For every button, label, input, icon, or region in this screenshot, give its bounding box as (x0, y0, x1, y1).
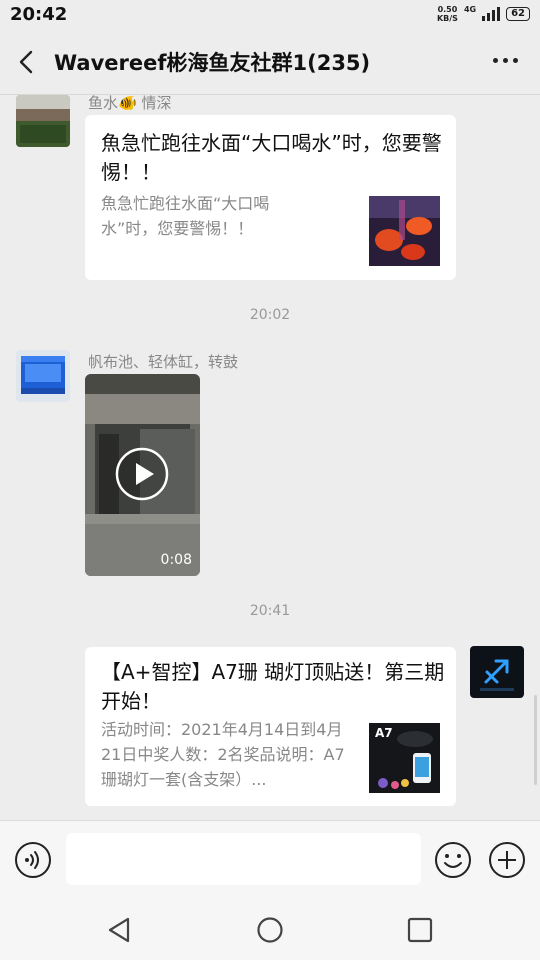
voice-icon[interactable] (14, 841, 52, 879)
message-input[interactable] (66, 833, 421, 885)
sender-name: 鱼水🐠 情深 (88, 95, 172, 112)
card-title: 魚急忙跑往水面“大口喝水”时，您要警惕！！ (101, 131, 442, 184)
link-card[interactable]: 魚急忙跑往水面“大口喝水”时，您要警惕！！ 魚急忙跑往水面“大口喝水”时，您要警… (85, 115, 456, 280)
network-speed-value: 0.50 (437, 5, 458, 14)
card-title: 【A+智控】A7珊 瑚灯顶贴送！第三期开始！ (101, 660, 445, 713)
signal-icon (482, 7, 501, 21)
input-bar (0, 820, 540, 901)
network-type: 4G (463, 4, 477, 14)
card-description: 魚急忙跑往水面“大口喝水”时，您要警惕！！ (101, 194, 270, 238)
chevron-left-icon[interactable] (14, 48, 40, 76)
triangle-back-icon[interactable] (106, 916, 134, 944)
status-time: 20:42 (10, 4, 68, 25)
emoji-icon[interactable] (434, 841, 472, 879)
card-description: 活动时间：2021年4月14日到4月21日中奖人数：2名奖品说明：A7珊瑚灯一套… (101, 720, 345, 789)
avatar[interactable] (470, 646, 524, 698)
avatar[interactable] (16, 350, 70, 402)
timestamp: 20:41 (249, 603, 291, 619)
play-icon[interactable] (115, 447, 169, 501)
circle-home-icon[interactable] (256, 916, 284, 944)
scrollbar[interactable] (534, 695, 537, 785)
status-bar: 20:42 0.50 KB/S 4G 62 (0, 0, 540, 30)
message-list[interactable]: 鱼水🐠 情深 魚急忙跑往水面“大口喝水”时，您要警惕！！ 魚急忙跑往水面“大口喝… (0, 95, 540, 820)
network-speed-unit: KB/S (436, 14, 458, 23)
status-indicators: 0.50 KB/S 4G 62 (437, 5, 530, 23)
network-speed: 0.50 KB/S (437, 5, 458, 23)
chat-title: Wavereef彬海鱼友社群1(235) (54, 51, 371, 75)
video-duration: 0:08 (160, 552, 192, 568)
thumbnail-label: A7 (375, 726, 393, 740)
card-thumbnail: A7 (369, 723, 440, 793)
plus-icon[interactable] (488, 841, 526, 879)
system-nav-bar (0, 900, 540, 960)
card-thumbnail (369, 196, 440, 266)
battery-icon: 62 (506, 7, 530, 21)
square-recent-icon[interactable] (406, 916, 434, 944)
timestamp: 20:02 (249, 307, 291, 323)
video-message[interactable]: 0:08 (85, 374, 200, 576)
link-card[interactable]: 【A+智控】A7珊 瑚灯顶贴送！第三期开始！ 活动时间：2021年4月14日到4… (85, 647, 456, 806)
more-dots-icon[interactable] (493, 58, 518, 63)
sender-name: 帆布池、轻体缸，转鼓 (88, 353, 239, 371)
avatar[interactable] (16, 95, 70, 147)
chat-header: Wavereef彬海鱼友社群1(235) (0, 30, 540, 95)
